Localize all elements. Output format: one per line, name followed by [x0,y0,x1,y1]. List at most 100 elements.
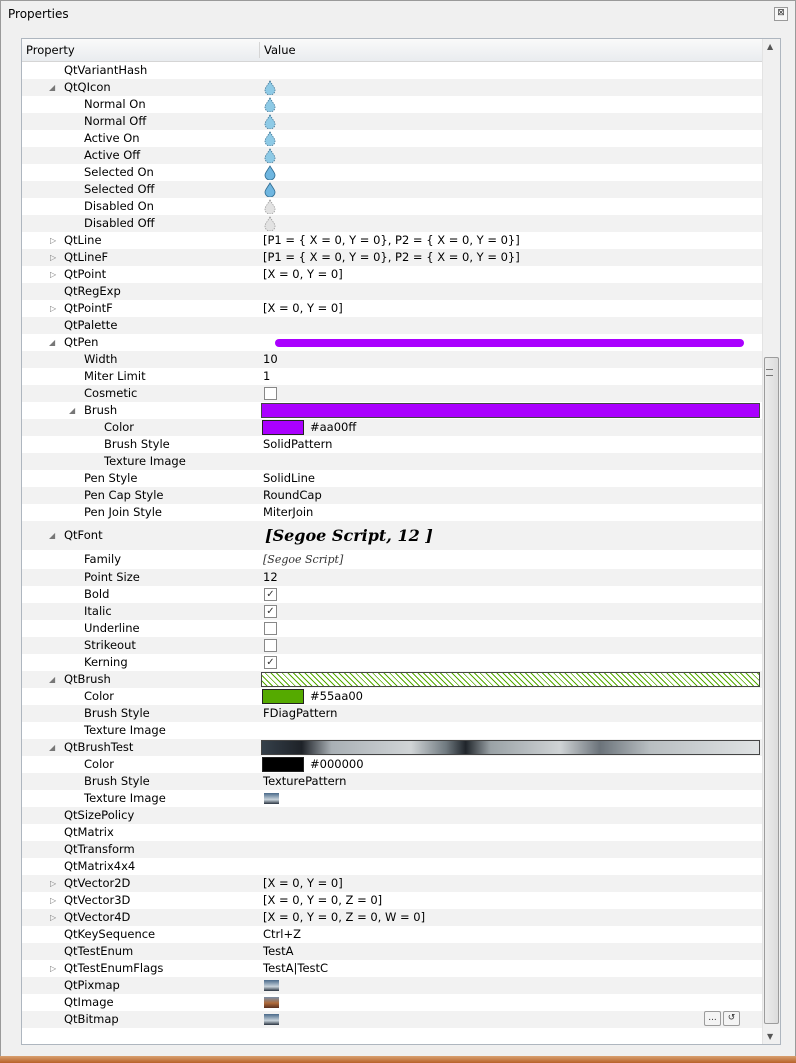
row-qtpixmap[interactable]: QtPixmap [22,977,762,994]
property-value[interactable]: SolidPattern [263,436,332,453]
expand-arrow-icon[interactable]: ▷ [50,892,56,909]
row-cosmetic[interactable]: Cosmetic [22,385,762,402]
expand-arrow-icon[interactable]: ▷ [50,266,56,283]
property-value[interactable]: 10 [263,351,278,368]
color-swatch[interactable] [262,689,304,704]
row-selected-on[interactable]: Selected On [22,164,762,181]
property-value[interactable]: RoundCap [263,487,322,504]
row-qtvector2d[interactable]: ▷ QtVector2D [X = 0, Y = 0] [22,875,762,892]
property-value[interactable]: 12 [263,569,278,586]
value-column-header[interactable]: Value [264,43,296,57]
row-active-on[interactable]: Active On [22,130,762,147]
expand-arrow-icon[interactable]: ▷ [50,232,56,249]
row-qicon[interactable]: ◢ QtQIcon [22,79,762,96]
expand-arrow-icon[interactable]: ▷ [50,875,56,892]
bold-checkbox[interactable]: ✓ [264,588,277,601]
row-qtbrush-style[interactable]: Brush Style FDiagPattern [22,705,762,722]
row-disabled-off[interactable]: Disabled Off [22,215,762,232]
close-icon[interactable]: ⊠ [774,7,788,21]
row-pen-join-style[interactable]: Pen Join Style MiterJoin [22,504,762,521]
row-kerning[interactable]: Kerning ✓ [22,654,762,671]
row-qttestenumflags[interactable]: ▷ QtTestEnumFlags TestA|TestC [22,960,762,977]
row-selected-off[interactable]: Selected Off [22,181,762,198]
reset-icon[interactable]: ↺ [723,1011,740,1026]
row-qtbitmap[interactable]: QtBitmap ... ↺ [22,1011,762,1028]
row-brushtest-texture[interactable]: Texture Image [22,790,762,807]
cosmetic-checkbox[interactable] [264,387,277,400]
row-qtimage[interactable]: QtImage [22,994,762,1011]
collapse-arrow-icon[interactable]: ◢ [49,739,55,756]
row-brushtest-color[interactable]: Color #000000 [22,756,762,773]
collapse-arrow-icon[interactable]: ◢ [49,671,55,688]
row-bold[interactable]: Bold ✓ [22,586,762,603]
row-variant-hash[interactable]: QtVariantHash [22,62,762,79]
row-strikeout[interactable]: Strikeout [22,637,762,654]
row-qtvector4d[interactable]: ▷ QtVector4D [X = 0, Y = 0, Z = 0, W = 0] [22,909,762,926]
row-italic[interactable]: Italic ✓ [22,603,762,620]
row-qtsizepolicy[interactable]: QtSizePolicy [22,807,762,824]
row-active-off[interactable]: Active Off [22,147,762,164]
expand-arrow-icon[interactable]: ▷ [50,909,56,926]
property-value[interactable]: TestA [263,943,294,960]
row-pen-cap-style[interactable]: Pen Cap Style RoundCap [22,487,762,504]
row-qtbrushtest[interactable]: ◢ QtBrushTest [22,739,762,756]
row-qttestenum[interactable]: QtTestEnum TestA [22,943,762,960]
row-qtline[interactable]: ▷ QtLine [P1 = { X = 0, Y = 0}, P2 = { X =… [22,232,762,249]
collapse-arrow-icon[interactable]: ◢ [69,402,75,419]
row-brush-color[interactable]: Color #aa00ff [22,419,762,436]
row-pen-style[interactable]: Pen Style SolidLine [22,470,762,487]
property-value[interactable]: MiterJoin [263,504,313,521]
row-qtmatrix4x4[interactable]: QtMatrix4x4 [22,858,762,875]
row-qtfont[interactable]: ◢ QtFont [Segoe Script, 12 ] [22,521,762,550]
row-qtbrush-texture[interactable]: Texture Image [22,722,762,739]
row-qtpalette[interactable]: QtPalette [22,317,762,334]
kerning-checkbox[interactable]: ✓ [264,656,277,669]
row-qtregexp[interactable]: QtRegExp [22,283,762,300]
expand-arrow-icon[interactable]: ▷ [50,300,56,317]
scroll-thumb[interactable] [764,357,779,1024]
property-value[interactable]: 1 [263,368,270,385]
row-miter-limit[interactable]: Miter Limit 1 [22,368,762,385]
row-qtpoint[interactable]: ▷ QtPoint [X = 0, Y = 0] [22,266,762,283]
row-disabled-on[interactable]: Disabled On [22,198,762,215]
property-value[interactable]: FDiagPattern [263,705,337,722]
row-underline[interactable]: Underline [22,620,762,637]
browse-button[interactable]: ... [704,1011,721,1026]
row-texture-image[interactable]: Texture Image [22,453,762,470]
property-value[interactable]: TexturePattern [263,773,346,790]
strikeout-checkbox[interactable] [264,639,277,652]
row-qtmatrix[interactable]: QtMatrix [22,824,762,841]
collapse-arrow-icon[interactable]: ◢ [49,334,55,351]
property-value[interactable]: SolidLine [263,470,315,487]
expand-arrow-icon[interactable]: ▷ [50,249,56,266]
underline-checkbox[interactable] [264,622,277,635]
property-column-header[interactable]: Property [26,43,75,57]
row-qtbrush[interactable]: ◢ QtBrush [22,671,762,688]
row-qtpen[interactable]: ◢ QtPen [22,334,762,351]
row-qtpointf[interactable]: ▷ QtPointF [X = 0, Y = 0] [22,300,762,317]
header-divider[interactable] [259,42,260,58]
collapse-arrow-icon[interactable]: ◢ [49,79,55,96]
row-qtkeysequence[interactable]: QtKeySequence Ctrl+Z [22,926,762,943]
scroll-down-icon[interactable]: ▼ [767,1032,773,1041]
row-normal-on[interactable]: Normal On [22,96,762,113]
scroll-up-icon[interactable]: ▲ [767,42,773,51]
vertical-scrollbar[interactable]: ▲ ▼ [762,39,780,1044]
collapse-arrow-icon[interactable]: ◢ [49,521,55,550]
row-pen-brush[interactable]: ◢ Brush [22,402,762,419]
color-swatch[interactable] [262,757,304,772]
row-brushtest-style[interactable]: Brush Style TexturePattern [22,773,762,790]
expand-arrow-icon[interactable]: ▷ [50,960,56,977]
row-pen-width[interactable]: Width 10 [22,351,762,368]
row-qttransform[interactable]: QtTransform [22,841,762,858]
property-value[interactable]: [Segoe Script] [263,550,343,569]
row-point-size[interactable]: Point Size 12 [22,569,762,586]
row-normal-off[interactable]: Normal Off [22,113,762,130]
row-font-family[interactable]: Family [Segoe Script] [22,550,762,569]
row-qtvector3d[interactable]: ▷ QtVector3D [X = 0, Y = 0, Z = 0] [22,892,762,909]
row-brush-style[interactable]: Brush Style SolidPattern [22,436,762,453]
row-qtlinef[interactable]: ▷ QtLineF [P1 = { X = 0, Y = 0}, P2 = { X … [22,249,762,266]
property-value[interactable]: Ctrl+Z [263,926,301,943]
color-swatch[interactable] [262,420,304,435]
row-qtbrush-color[interactable]: Color #55aa00 [22,688,762,705]
